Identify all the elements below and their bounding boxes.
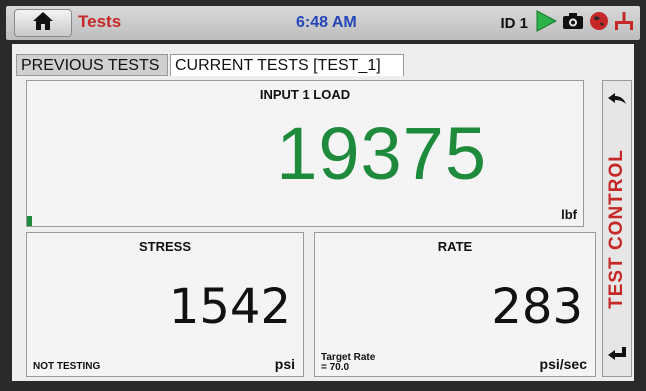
target-rate-value: = 70.0	[321, 362, 350, 373]
stress-panel: STRESS 1542 NOT TESTING psi	[26, 232, 304, 377]
test-control-sidebar[interactable]: TEST CONTROL	[602, 80, 632, 377]
target-rate: Target Rate = 70.0	[321, 353, 375, 373]
stress-value: 1542	[168, 279, 291, 335]
load-value: 19375	[276, 112, 487, 195]
return-arrow-icon	[607, 345, 627, 366]
id-label: ID 1	[500, 14, 528, 32]
main-panel: PREVIOUS TESTS CURRENT TESTS [TEST_1] IN…	[12, 44, 634, 381]
status-icons: ID 1	[500, 9, 634, 37]
app-frame: Tests 6:48 AM ID 1 PREVIOUS TESTS CURREN…	[0, 0, 646, 391]
clock: 6:48 AM	[296, 14, 357, 31]
load-unit: lbf	[561, 207, 577, 222]
camera-icon[interactable]	[562, 12, 584, 35]
stress-unit: psi	[274, 356, 295, 372]
home-icon	[32, 11, 54, 36]
load-level-bar	[27, 216, 32, 226]
back-button[interactable]	[605, 89, 629, 115]
network-icon[interactable]	[614, 11, 634, 36]
tab-previous-tests[interactable]: PREVIOUS TESTS	[16, 54, 168, 76]
stress-title: STRESS	[138, 239, 191, 254]
home-button[interactable]	[14, 9, 72, 37]
globe-icon[interactable]	[589, 11, 609, 36]
test-status: NOT TESTING	[33, 361, 101, 372]
load-panel: INPUT 1 LOAD 19375 lbf	[26, 80, 584, 227]
play-icon[interactable]	[535, 9, 558, 37]
return-button[interactable]	[605, 342, 629, 368]
rate-title: RATE	[437, 239, 473, 254]
load-title: INPUT 1 LOAD	[259, 87, 351, 102]
rate-value: 283	[491, 279, 583, 335]
test-control-label: TEST CONTROL	[606, 148, 627, 309]
status-bar: Tests 6:48 AM ID 1	[6, 6, 640, 40]
rate-unit: psi/sec	[539, 356, 587, 372]
app-title: Tests	[78, 12, 122, 31]
rate-panel: RATE 283 Target Rate = 70.0 psi/sec	[314, 232, 596, 377]
tab-current-tests[interactable]: CURRENT TESTS [TEST_1]	[170, 54, 404, 76]
back-arrow-icon	[607, 92, 627, 113]
